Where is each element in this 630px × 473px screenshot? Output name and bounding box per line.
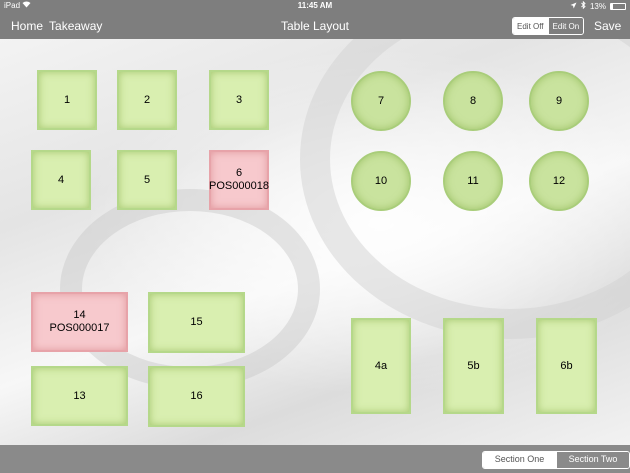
- clock: 11:45 AM: [297, 1, 333, 10]
- edit-mode-toggle[interactable]: Edit Off Edit On: [512, 17, 585, 35]
- table-5b[interactable]: 5b: [443, 318, 504, 414]
- table-10[interactable]: 10: [351, 151, 411, 211]
- table-number: 6: [235, 167, 243, 179]
- battery-fill: [611, 3, 613, 9]
- table-6b[interactable]: 6b: [536, 318, 597, 414]
- table-number: 13: [73, 389, 86, 402]
- table-2[interactable]: 2: [117, 70, 177, 130]
- section-one-tab[interactable]: Section One: [483, 452, 556, 468]
- table-number: 8: [469, 94, 477, 107]
- table-3[interactable]: 3: [209, 70, 269, 130]
- nav-bar: Home Takeaway Table Layout Edit Off Edit…: [0, 12, 630, 39]
- table-16[interactable]: 16: [148, 366, 245, 427]
- table-number: 14: [73, 309, 86, 321]
- bluetooth-icon: [581, 0, 586, 11]
- section-two-tab[interactable]: Section Two: [556, 452, 629, 468]
- bottom-bar: Section One Section Two: [0, 445, 630, 473]
- table-8[interactable]: 8: [443, 71, 503, 131]
- table-number: 15: [190, 316, 203, 328]
- table-number: 7: [377, 94, 385, 107]
- table-11[interactable]: 11: [443, 151, 503, 211]
- section-selector[interactable]: Section One Section Two: [482, 451, 630, 469]
- table-12[interactable]: 12: [529, 151, 589, 211]
- table-number: 3: [235, 93, 243, 106]
- table-5[interactable]: 5: [117, 150, 177, 210]
- table-number: 1: [63, 93, 71, 106]
- table-number: 10: [374, 174, 388, 187]
- table-number: 4a: [374, 359, 388, 372]
- table-1[interactable]: 1: [37, 70, 97, 130]
- table-9[interactable]: 9: [529, 71, 589, 131]
- table-number: 2: [143, 93, 151, 106]
- battery-percent: 13%: [589, 1, 606, 11]
- table-number: 4: [57, 173, 65, 186]
- save-button[interactable]: Save: [594, 19, 621, 33]
- table-number: 5b: [467, 359, 480, 372]
- table-number: 5: [143, 173, 151, 186]
- table-number: 9: [555, 94, 563, 107]
- table-4a[interactable]: 4a: [351, 318, 411, 414]
- battery-icon: [610, 2, 626, 10]
- table-13[interactable]: 13: [31, 366, 128, 426]
- table-4[interactable]: 4: [31, 150, 91, 210]
- status-bar: iPad 11:45 AM 13%: [0, 0, 630, 12]
- edit-on-button[interactable]: Edit On: [547, 18, 584, 34]
- order-number: POS000018: [209, 180, 269, 192]
- table-number: 12: [552, 174, 566, 187]
- table-number: 16: [190, 390, 203, 402]
- table-number: 6b: [560, 359, 573, 372]
- table-number: 11: [467, 174, 479, 187]
- order-number: POS000017: [49, 322, 110, 334]
- table-14[interactable]: 14 POS000017: [31, 292, 128, 352]
- table-6[interactable]: 6 POS000018: [209, 150, 269, 210]
- table-7[interactable]: 7: [351, 71, 411, 131]
- edit-off-button[interactable]: Edit Off: [513, 18, 548, 34]
- status-right: 13%: [570, 0, 626, 11]
- location-arrow-icon: [570, 2, 577, 11]
- table-15[interactable]: 15: [148, 292, 245, 353]
- background-swirl: [60, 189, 320, 389]
- table-layout-canvas: 1 2 3 4 5 6 POS000018 7 8 9 10 11 12 14 PO…: [0, 39, 630, 445]
